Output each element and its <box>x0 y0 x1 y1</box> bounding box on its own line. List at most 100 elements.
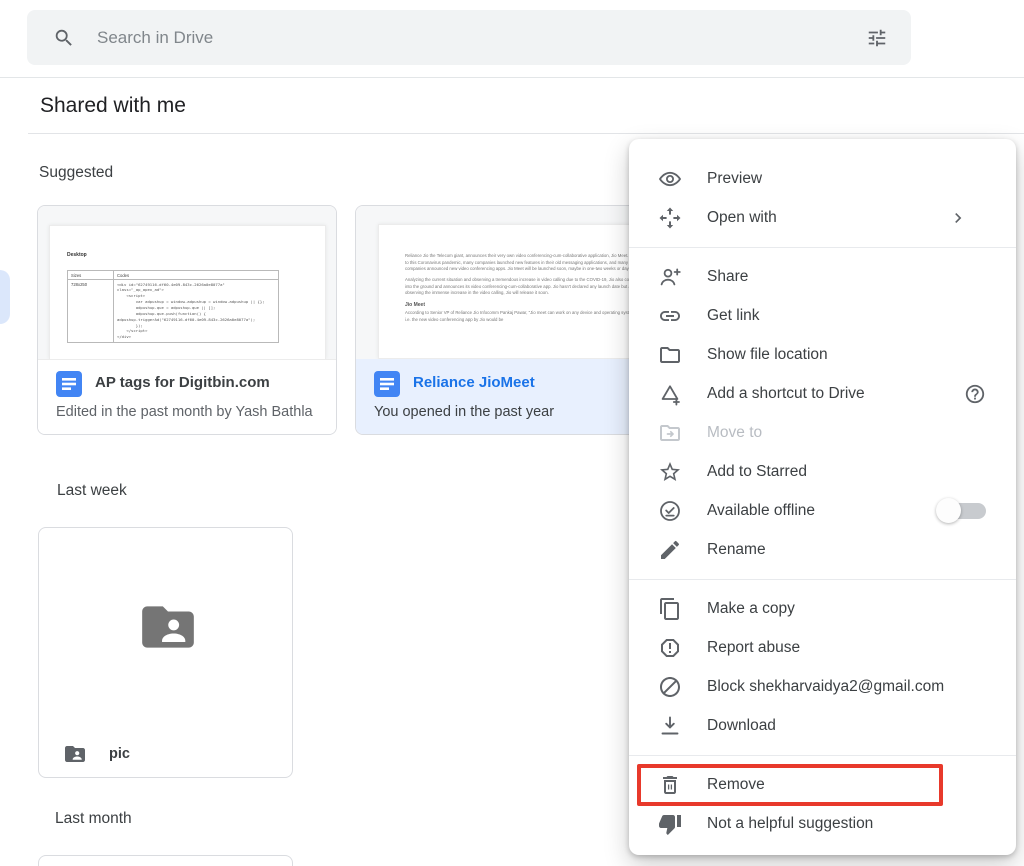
search-bar[interactable] <box>27 10 911 65</box>
code-line: adpushup.triggerAd("62749116-df60-4e09-8… <box>117 317 275 323</box>
folder-label-row: pic <box>63 741 130 767</box>
trash-icon <box>658 773 682 797</box>
thumbnail-page: Reliance Jio the Telecom giant, announce… <box>378 224 654 359</box>
file-card-ap-tags[interactable]: Desktop Sizes Codes 728x250 <div id="627… <box>37 205 337 435</box>
section-label-last-month: Last month <box>55 810 132 828</box>
link-icon <box>658 304 682 328</box>
section-label-last-week: Last week <box>57 482 127 500</box>
chevron-right-icon <box>948 208 968 228</box>
folder-move-icon <box>658 421 682 445</box>
menu-item-label: Show file location <box>707 346 986 364</box>
menu-item-label: Make a copy <box>707 600 986 618</box>
header-divider <box>0 77 1024 78</box>
star-icon <box>658 460 682 484</box>
menu-item-label: Remove <box>707 776 986 794</box>
context-menu: Preview Open with Share Get link Show file l… <box>629 139 1016 855</box>
report-icon <box>658 636 682 660</box>
menu-item-label: Rename <box>707 541 986 559</box>
table-header-sizes: Sizes <box>68 271 114 280</box>
thumbnail-page: Desktop Sizes Codes 728x250 <div id="627… <box>49 225 326 359</box>
menu-item-share[interactable]: Share <box>629 257 1016 296</box>
menu-item-download[interactable]: Download <box>629 706 1016 745</box>
thumbnail-paragraph: According to Senior VP of Reliance Jio I… <box>405 310 641 323</box>
shared-folder-icon-small <box>63 742 87 766</box>
menu-item-label: Block shekharvaidya2@gmail.com <box>707 678 986 696</box>
open-with-icon <box>658 206 682 230</box>
drive-shortcut-icon <box>658 382 682 406</box>
google-docs-icon <box>56 371 82 397</box>
table-header-codes: Codes <box>114 271 279 280</box>
card-title: AP tags for Digitbin.com <box>95 374 270 391</box>
block-icon <box>658 675 682 699</box>
drive-shared-with-me-page: Shared with me Suggested Desktop Sizes C… <box>0 0 1024 866</box>
doc-thumbnail: Desktop Sizes Codes 728x250 <div id="627… <box>38 206 336 359</box>
menu-item-add-shortcut-to-drive[interactable]: Add a shortcut to Drive <box>629 374 1016 413</box>
menu-divider <box>629 755 1016 756</box>
card-footer-selected: Reliance JioMeet You opened in the past … <box>356 359 654 435</box>
file-card-reliance-jiomeet[interactable]: Reliance Jio the Telecom giant, announce… <box>355 205 655 435</box>
title-divider <box>28 133 1024 134</box>
menu-item-label: Get link <box>707 307 986 325</box>
tune-filters-icon[interactable] <box>866 27 888 49</box>
code-line: </div> <box>117 334 275 340</box>
menu-item-label: Preview <box>707 170 986 188</box>
card-footer: AP tags for Digitbin.com Edited in the p… <box>38 359 336 435</box>
thumbnail-table: Sizes Codes 728x250 <div id="62749116-df… <box>67 270 279 343</box>
thumbnail-heading: Jio Meet <box>405 302 641 308</box>
menu-item-label: Share <box>707 268 986 286</box>
google-docs-icon <box>374 371 400 397</box>
copy-icon <box>658 597 682 621</box>
toggle-knob <box>936 498 961 523</box>
menu-item-label: Open with <box>707 209 948 227</box>
search-icon <box>53 27 75 49</box>
help-icon[interactable] <box>964 383 986 405</box>
menu-item-get-link[interactable]: Get link <box>629 296 1016 335</box>
pencil-icon <box>658 538 682 562</box>
folder-name: pic <box>109 746 130 762</box>
folder-card-pic[interactable]: pic <box>38 527 293 778</box>
card-subtitle: Edited in the past month by Yash Bathla <box>56 404 313 420</box>
doc-thumbnail: Reliance Jio the Telecom giant, announce… <box>356 206 654 359</box>
menu-item-make-a-copy[interactable]: Make a copy <box>629 589 1016 628</box>
menu-item-label: Add to Starred <box>707 463 986 481</box>
menu-item-label: Download <box>707 717 986 735</box>
table-cell-code: <div id="62749116-df60-4e09-843c-2626a0e… <box>117 282 275 341</box>
menu-item-available-offline[interactable]: Available offline <box>629 491 1016 530</box>
left-edge-notch <box>0 270 10 324</box>
search-input[interactable] <box>97 10 827 65</box>
menu-item-block-user[interactable]: Block shekharvaidya2@gmail.com <box>629 667 1016 706</box>
menu-item-remove[interactable]: Remove <box>629 765 1016 804</box>
section-label-suggested: Suggested <box>39 164 113 182</box>
card-subtitle: You opened in the past year <box>374 404 554 420</box>
table-cell-size: 728x250 <box>68 280 114 343</box>
person-add-icon <box>658 265 682 289</box>
partial-card-last-month[interactable] <box>38 855 293 866</box>
card-title: Reliance JioMeet <box>413 374 535 391</box>
menu-item-open-with[interactable]: Open with <box>629 198 1016 237</box>
menu-item-preview[interactable]: Preview <box>629 159 1016 198</box>
thumb-down-icon <box>658 812 682 836</box>
menu-item-label: Available offline <box>707 502 947 520</box>
menu-item-move-to: Move to <box>629 413 1016 452</box>
thumbnail-paragraph: Analyzing the current situation and obse… <box>405 277 641 297</box>
menu-item-label: Add a shortcut to Drive <box>707 385 964 403</box>
menu-item-label: Move to <box>707 424 986 442</box>
offline-check-icon <box>658 499 682 523</box>
folder-icon <box>658 343 682 367</box>
thumbnail-heading: Desktop <box>67 252 87 258</box>
download-icon <box>658 714 682 738</box>
shared-folder-icon <box>133 596 203 658</box>
thumbnail-paragraph: Reliance Jio the Telecom giant, announce… <box>405 253 641 273</box>
eye-icon <box>658 167 682 191</box>
menu-item-not-helpful-suggestion[interactable]: Not a helpful suggestion <box>629 804 1016 843</box>
menu-item-label: Not a helpful suggestion <box>707 815 986 833</box>
menu-item-label: Report abuse <box>707 639 986 657</box>
menu-item-show-file-location[interactable]: Show file location <box>629 335 1016 374</box>
menu-item-add-to-starred[interactable]: Add to Starred <box>629 452 1016 491</box>
menu-divider <box>629 579 1016 580</box>
available-offline-toggle[interactable] <box>947 503 986 519</box>
menu-item-rename[interactable]: Rename <box>629 530 1016 569</box>
menu-item-report-abuse[interactable]: Report abuse <box>629 628 1016 667</box>
page-title: Shared with me <box>40 94 186 118</box>
menu-divider <box>629 247 1016 248</box>
